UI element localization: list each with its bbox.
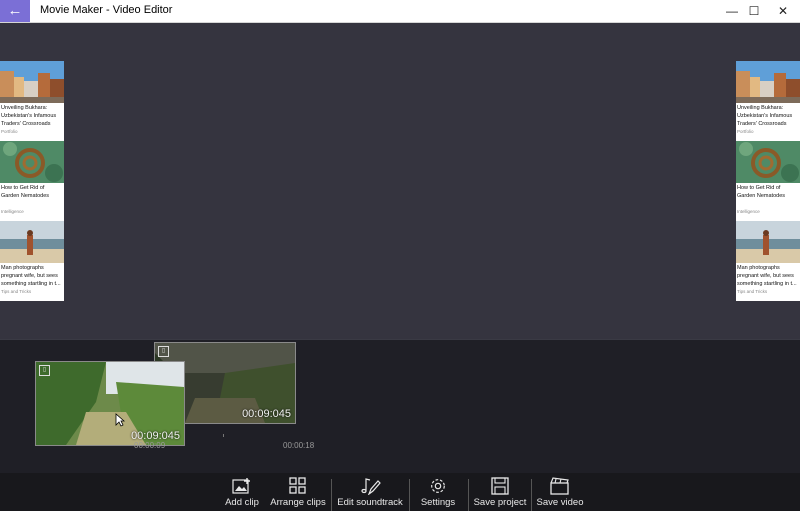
article-card: Man photographs pregnant wife, but sees … <box>736 221 800 301</box>
edit-soundtrack-label: Edit soundtrack <box>337 497 403 508</box>
article-category: Portfolio <box>1 129 18 134</box>
save-video-button[interactable]: Save video <box>535 473 585 511</box>
toolbar-divider <box>331 479 332 511</box>
mouse-cursor-icon <box>115 413 125 427</box>
save-project-button[interactable]: Save project <box>472 473 528 511</box>
clip-duration: 00:09:045 <box>242 408 291 420</box>
article-category: Tips and Tricks <box>1 289 32 294</box>
toolbar-divider <box>531 479 532 511</box>
film-icon: ▯ <box>39 365 50 376</box>
beach-woman-image <box>0 221 64 263</box>
tick-label: 00:00:18 <box>283 441 315 450</box>
tick-mark <box>223 434 224 437</box>
back-arrow-icon: ← <box>7 2 23 19</box>
save-project-label: Save project <box>473 497 527 508</box>
article-category: Portfolio <box>737 129 754 134</box>
settings-button[interactable]: Settings <box>418 473 458 511</box>
arrange-clips-label: Arrange clips <box>270 497 326 508</box>
city-street-image <box>736 61 800 103</box>
bottom-toolbar: Add clip Arrange clips Edit soundtrack S… <box>0 473 800 511</box>
add-clip-label: Add clip <box>225 497 259 508</box>
title-bar: ← Movie Maker - Video Editor — ☐ ✕ <box>0 0 800 23</box>
preview-feed-right: Unveiling Bukhara: Uzbekistan's Infamous… <box>736 61 800 301</box>
toolbar-divider <box>409 479 410 511</box>
article-card: Unveiling Bukhara: Uzbekistan's Infamous… <box>736 61 800 141</box>
film-icon: ▯ <box>158 346 169 357</box>
close-icon: ✕ <box>777 4 789 18</box>
article-category: Tips and Tricks <box>737 289 768 294</box>
preview-feed-left: Unveiling Bukhara: Uzbekistan's Infamous… <box>0 61 64 301</box>
clapperboard-icon <box>550 477 569 495</box>
add-clip-icon <box>232 478 250 494</box>
garden-hose-image <box>736 141 800 183</box>
save-video-label: Save video <box>536 497 584 508</box>
edit-soundtrack-button[interactable]: Edit soundtrack <box>335 473 405 511</box>
gear-icon <box>431 479 445 493</box>
article-title: Man photographs pregnant wife, but sees … <box>1 265 61 287</box>
add-clip-button[interactable]: Add clip <box>222 473 262 511</box>
back-button[interactable]: ← <box>0 0 30 22</box>
tick-label: 00:00:09 <box>134 441 166 450</box>
timeline[interactable]: ▯ 00:09:045 ▯ 00:09:045 00:00:09 00:00:1… <box>0 339 800 474</box>
maximize-icon: ☐ <box>748 4 760 18</box>
floppy-disk-icon <box>491 477 509 495</box>
garden-hose-image <box>0 141 64 183</box>
close-button[interactable]: ✕ <box>766 0 800 22</box>
article-title: Unveiling Bukhara: Uzbekistan's Infamous… <box>737 105 793 127</box>
music-pen-icon <box>361 478 381 495</box>
article-card: Man photographs pregnant wife, but sees … <box>0 221 64 301</box>
video-preview[interactable]: Unveiling Bukhara: Uzbekistan's Infamous… <box>0 23 800 339</box>
city-street-image <box>0 61 64 103</box>
article-title: Man photographs pregnant wife, but sees … <box>737 265 797 287</box>
timeline-clip[interactable]: ▯ 00:09:045 <box>35 361 185 446</box>
toolbar-divider <box>468 479 469 511</box>
article-card: Unveiling Bukhara: Uzbekistan's Infamous… <box>0 61 64 141</box>
beach-woman-image <box>736 221 800 263</box>
article-card: How to Get Rid of Garden Nematodes Intel… <box>0 141 64 221</box>
article-category: Intelligence <box>737 209 760 214</box>
article-title: Unveiling Bukhara: Uzbekistan's Infamous… <box>1 105 57 127</box>
article-category: Intelligence <box>1 209 24 214</box>
grid-icon <box>289 477 306 494</box>
article-card: How to Get Rid of Garden Nematodes Intel… <box>736 141 800 221</box>
article-title: How to Get Rid of Garden Nematodes <box>1 185 49 199</box>
window-title: Movie Maker - Video Editor <box>40 4 173 16</box>
settings-label: Settings <box>420 497 456 508</box>
article-title: How to Get Rid of Garden Nematodes <box>737 185 785 199</box>
arrange-clips-button[interactable]: Arrange clips <box>268 473 328 511</box>
